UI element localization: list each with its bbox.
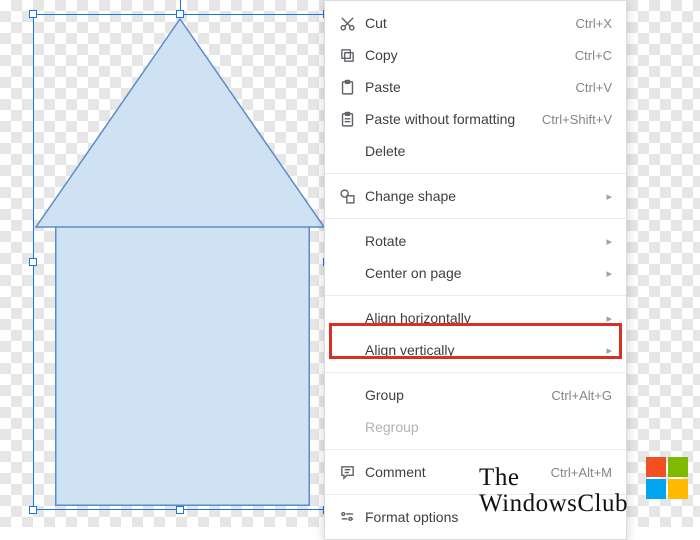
copy-icon (339, 47, 365, 64)
menu-shortcut: Ctrl+Shift+V (542, 112, 612, 127)
cut-icon (339, 15, 365, 32)
menu-item-cut[interactable]: Cut Ctrl+X (325, 7, 626, 39)
menu-item-align-vertically[interactable]: Align vertically ▸ (325, 334, 626, 366)
menu-item-center-on-page[interactable]: Center on page ▸ (325, 257, 626, 289)
menu-item-delete[interactable]: Delete (325, 135, 626, 167)
menu-label: Paste without formatting (365, 111, 530, 127)
menu-label: Delete (365, 143, 612, 159)
shapes-icon (339, 188, 365, 205)
resize-handle-w[interactable] (29, 258, 37, 266)
watermark-line2: WindowsClub (479, 491, 628, 517)
menu-item-change-shape[interactable]: Change shape ▸ (325, 180, 626, 212)
paste-icon (339, 79, 365, 96)
format-options-icon (339, 509, 365, 526)
menu-separator (325, 449, 626, 450)
menu-label: Paste (365, 79, 564, 95)
context-menu: Cut Ctrl+X Copy Ctrl+C Paste Ctrl+V Past… (324, 0, 627, 540)
menu-item-paste-without-formatting[interactable]: Paste without formatting Ctrl+Shift+V (325, 103, 626, 135)
resize-handle-nw[interactable] (29, 10, 37, 18)
menu-label: Group (365, 387, 539, 403)
watermark-line1: The (479, 465, 628, 491)
selection-bounding-box (33, 14, 327, 510)
submenu-arrow-icon: ▸ (604, 190, 612, 203)
menu-label: Cut (365, 15, 564, 31)
menu-item-rotate[interactable]: Rotate ▸ (325, 225, 626, 257)
menu-label: Align horizontally (365, 310, 592, 326)
resize-handle-n[interactable] (176, 10, 184, 18)
menu-separator (325, 295, 626, 296)
menu-label: Align vertically (365, 342, 592, 358)
menu-separator (325, 218, 626, 219)
submenu-arrow-icon: ▸ (604, 344, 612, 357)
paste-plain-icon (339, 111, 365, 128)
menu-label: Center on page (365, 265, 592, 281)
menu-item-copy[interactable]: Copy Ctrl+C (325, 39, 626, 71)
drawing-canvas[interactable]: Cut Ctrl+X Copy Ctrl+C Paste Ctrl+V Past… (0, 0, 700, 527)
menu-item-group[interactable]: Group Ctrl+Alt+G (325, 379, 626, 411)
menu-separator (325, 372, 626, 373)
menu-label: Regroup (365, 419, 612, 435)
menu-shortcut: Ctrl+C (575, 48, 612, 63)
menu-label: Change shape (365, 188, 592, 204)
menu-shortcut: Ctrl+V (576, 80, 612, 95)
menu-label: Copy (365, 47, 563, 63)
resize-handle-sw[interactable] (29, 506, 37, 514)
menu-item-regroup: Regroup (325, 411, 626, 443)
menu-separator (325, 173, 626, 174)
menu-shortcut: Ctrl+Alt+G (551, 388, 612, 403)
windows-logo-icon (646, 457, 690, 501)
submenu-arrow-icon: ▸ (604, 235, 612, 248)
watermark-text: The WindowsClub (479, 465, 628, 518)
menu-shortcut: Ctrl+X (576, 16, 612, 31)
menu-item-paste[interactable]: Paste Ctrl+V (325, 71, 626, 103)
comment-icon (339, 464, 365, 481)
menu-item-align-horizontally[interactable]: Align horizontally ▸ (325, 302, 626, 334)
menu-label: Rotate (365, 233, 592, 249)
resize-handle-s[interactable] (176, 506, 184, 514)
submenu-arrow-icon: ▸ (604, 267, 612, 280)
submenu-arrow-icon: ▸ (604, 312, 612, 325)
